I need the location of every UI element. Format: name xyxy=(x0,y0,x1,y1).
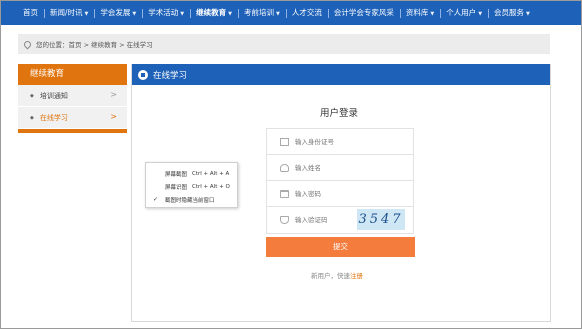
shortcut-text: Ctrl + Alt + O xyxy=(192,183,230,190)
nav-item-academic[interactable]: 学术活动 ▼ xyxy=(142,1,190,26)
nav-item-member[interactable]: 会员服务 ▼ xyxy=(488,1,536,26)
captcha-image[interactable]: 3547 xyxy=(357,209,405,230)
breadcrumb: 您的位置：首页 > 继续教育 > 在线学习 xyxy=(18,34,550,54)
panel-header: 在线学习 xyxy=(132,64,550,85)
breadcrumb-text: 您的位置：首页 > 继续教育 > 在线学习 xyxy=(36,41,153,49)
id-card-input[interactable] xyxy=(295,137,365,146)
nav-item-development[interactable]: 学会发展 ▼ xyxy=(94,1,142,26)
top-navbar: 首页 新闻/时讯 ▼ 学会发展 ▼ 学术活动 ▼ 继续教育 ▼ 考前培训 ▼ 人才交流 会… xyxy=(1,1,581,25)
menu-item-screenshot[interactable]: 屏幕截图 Ctrl + Alt + A xyxy=(146,167,237,180)
chevron-down-icon: ▼ xyxy=(228,10,232,17)
password-field xyxy=(267,181,413,207)
chevron-down-icon: ▼ xyxy=(132,10,137,17)
chevron-down-icon: ▼ xyxy=(526,10,530,17)
password-input[interactable] xyxy=(295,189,365,198)
nav-item-exam-training[interactable]: 考前培训 ▼ xyxy=(237,1,286,26)
sidebar-item-label: 在线学习 xyxy=(39,113,68,122)
login-form: 3547 xyxy=(266,128,414,234)
user-icon xyxy=(280,163,289,172)
submit-button[interactable]: 提交 xyxy=(266,237,415,257)
shortcut-text: Ctrl + Alt + A xyxy=(192,170,230,177)
chevron-down-icon: ▼ xyxy=(430,10,435,17)
panel-circle-icon xyxy=(138,69,148,80)
menu-item-hide-window[interactable]: ✓ 截图时隐藏当前窗口 xyxy=(146,193,237,206)
nav-item-experts[interactable]: 会计学会专家风采 xyxy=(327,1,400,25)
nav-item-news[interactable]: 新闻/时讯 ▼ xyxy=(44,1,94,26)
sidebar-item-label: 培训通知 xyxy=(39,91,68,100)
chevron-down-icon: ▼ xyxy=(478,10,483,17)
nav-item-continuing-education[interactable]: 继续教育 ▼ xyxy=(190,1,238,26)
id-card-field xyxy=(267,129,413,155)
chevron-down-icon: ▼ xyxy=(180,10,185,17)
name-input[interactable] xyxy=(295,163,365,172)
nav-item-personal[interactable]: 个人用户 ▼ xyxy=(440,1,488,26)
sidebar-item-online-learning[interactable]: ◆ 在线学习 > xyxy=(18,107,127,129)
sidebar: 继续教育 ◆ 培训通知 > ◆ 在线学习 > xyxy=(18,64,127,133)
nav-item-library[interactable]: 资料库 ▼ xyxy=(399,1,440,26)
bullet-icon: ◆ xyxy=(30,114,34,121)
nav-item-home[interactable]: 首页 xyxy=(17,1,44,25)
chevron-down-icon: ▼ xyxy=(275,10,280,17)
chevron-right-icon: > xyxy=(110,112,117,121)
id-card-icon xyxy=(280,137,289,146)
lock-icon xyxy=(280,189,289,198)
name-field xyxy=(267,155,413,181)
chevron-down-icon: ▼ xyxy=(84,10,89,17)
sidebar-title: 继续教育 xyxy=(18,64,127,85)
nav-item-talent[interactable]: 人才交流 xyxy=(285,1,328,25)
menu-item-image-recognition[interactable]: 屏幕识图 Ctrl + Alt + O xyxy=(146,180,237,193)
register-line: 新用户，快速注册 xyxy=(311,270,363,280)
login-title: 用户登录 xyxy=(320,108,359,119)
bullet-icon: ◆ xyxy=(30,92,34,99)
checkmark-icon: ✓ xyxy=(153,196,159,203)
captcha-field: 3547 xyxy=(267,207,413,233)
register-prefix: 新用户，快速 xyxy=(311,272,350,280)
sidebar-item-training-notice[interactable]: ◆ 培训通知 > xyxy=(18,85,127,107)
location-pin-icon xyxy=(22,39,33,49)
context-menu: 屏幕截图 Ctrl + Alt + A 屏幕识图 Ctrl + Alt + O … xyxy=(145,162,238,208)
captcha-input[interactable] xyxy=(295,216,365,224)
shield-icon xyxy=(280,216,289,224)
chevron-right-icon: > xyxy=(110,90,117,99)
panel-title: 在线学习 xyxy=(153,70,188,81)
register-link[interactable]: 注册 xyxy=(350,272,363,280)
sidebar-bottom-bar xyxy=(18,129,127,133)
